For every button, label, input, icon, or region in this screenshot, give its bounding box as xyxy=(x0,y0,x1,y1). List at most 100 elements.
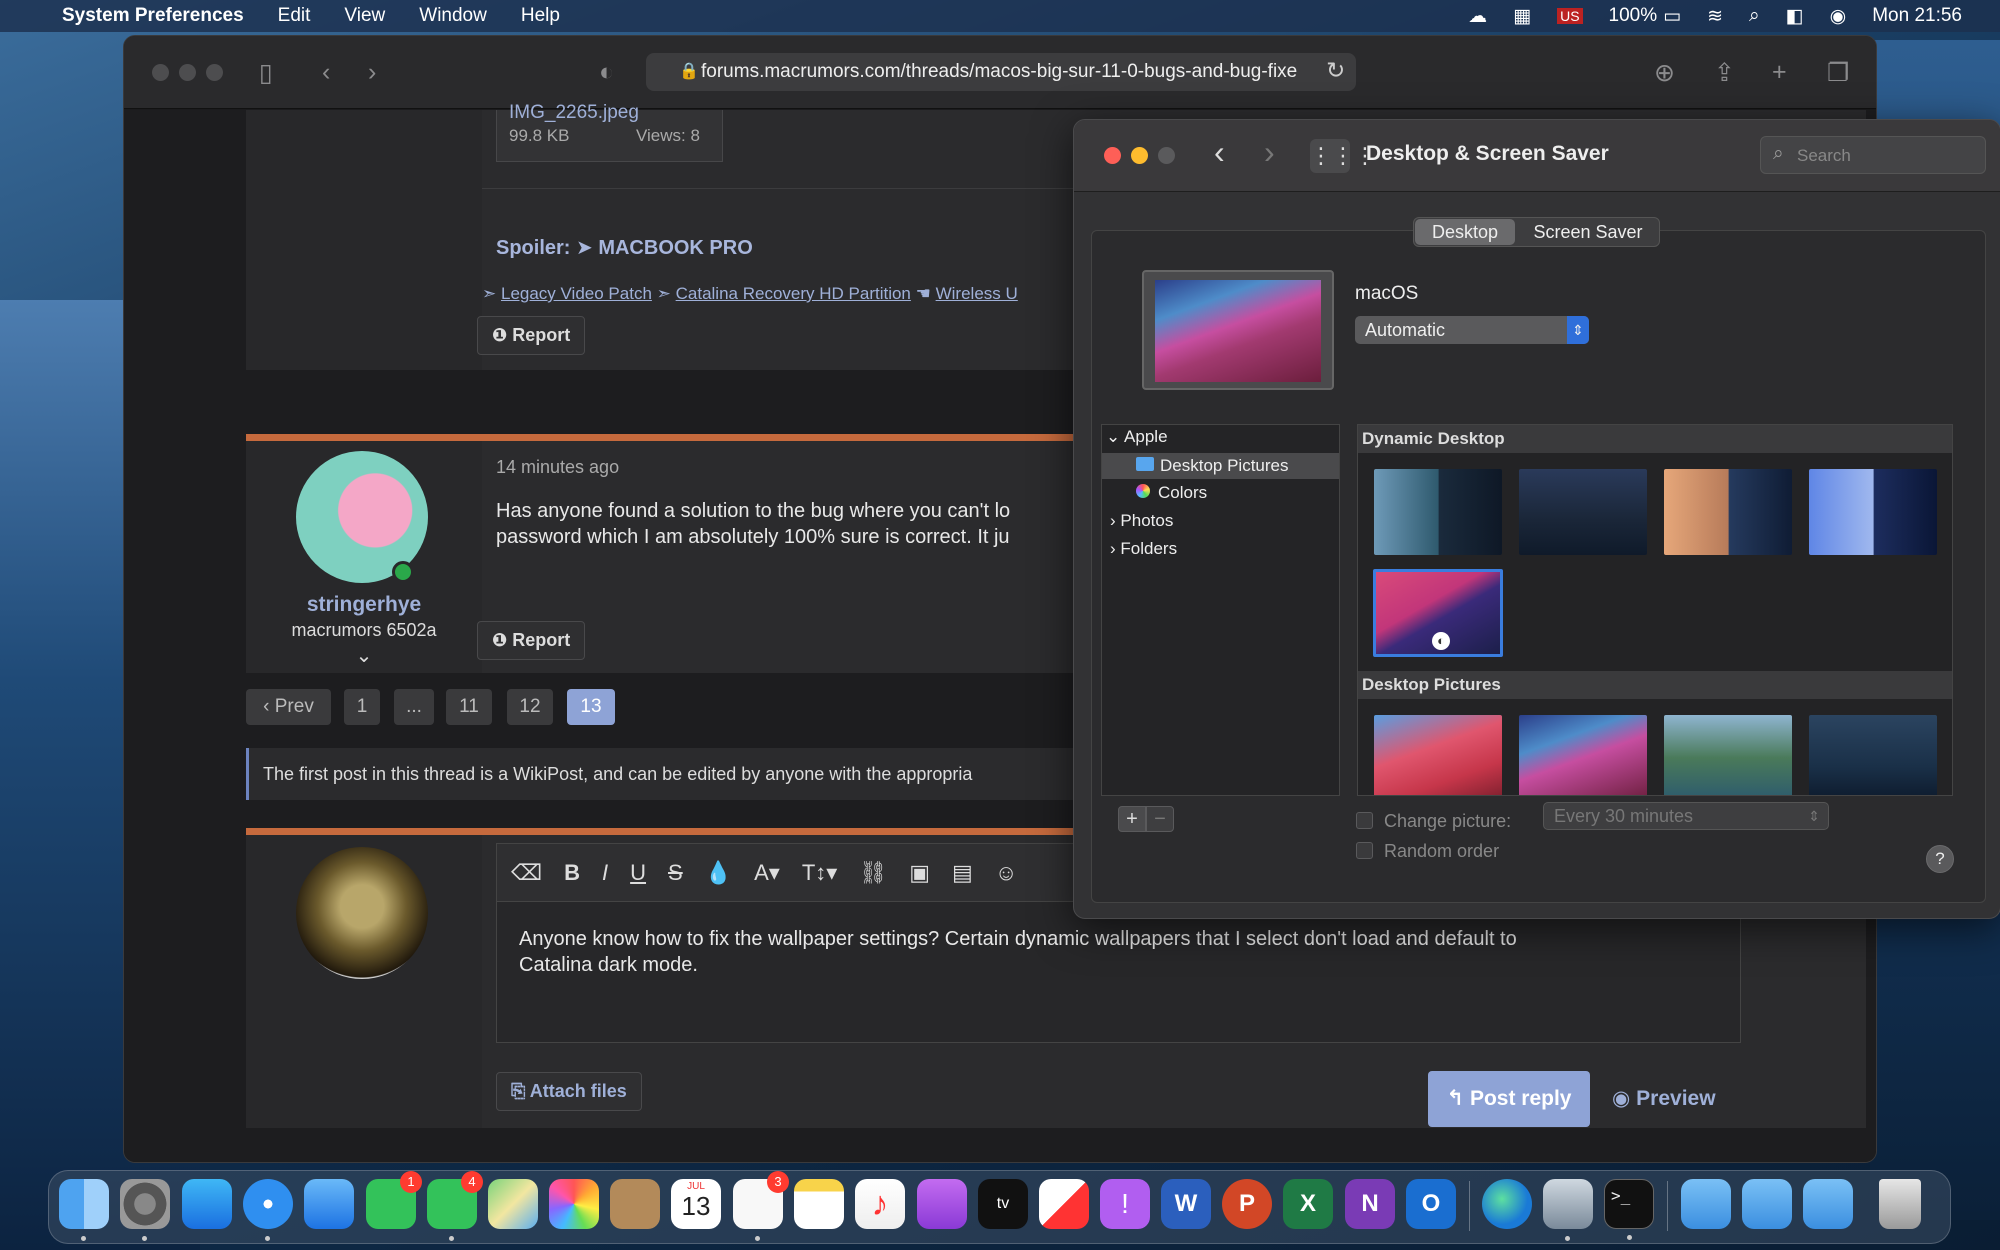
cloud-icon[interactable]: ☁ xyxy=(1468,5,1487,28)
attachment-name[interactable]: IMG_2265.jpeg xyxy=(509,102,639,124)
news-icon[interactable] xyxy=(1039,1179,1089,1229)
show-all-icon[interactable]: ⋮⋮⋮ xyxy=(1310,139,1376,173)
source-apple[interactable]: ⌄ Apple xyxy=(1106,427,1168,447)
source-colors[interactable]: Colors xyxy=(1136,483,1207,503)
spotlight-icon[interactable]: ⌕ xyxy=(1749,5,1760,27)
link-legacy-video-patch[interactable]: Legacy Video Patch xyxy=(501,284,652,303)
sidebar-toggle-icon[interactable]: ▯ xyxy=(259,58,273,88)
reminders-icon[interactable]: 3 xyxy=(733,1171,789,1241)
media-icon[interactable]: ▤ xyxy=(952,860,973,886)
search-input[interactable]: ⌕ Search xyxy=(1760,136,1986,174)
apple-tv-icon[interactable]: tv xyxy=(978,1179,1028,1229)
minimize-button[interactable] xyxy=(1131,147,1148,164)
forward-icon[interactable]: › xyxy=(1264,134,1275,171)
minimize-button[interactable] xyxy=(179,64,196,81)
excel-icon[interactable]: X xyxy=(1283,1179,1333,1229)
interval-select[interactable]: Every 30 minutes ⇕ xyxy=(1543,802,1829,830)
bold-icon[interactable]: B xyxy=(564,860,580,886)
source-desktop-pictures[interactable]: Desktop Pictures xyxy=(1102,453,1339,479)
mail-icon[interactable] xyxy=(304,1179,354,1229)
spoiler-title[interactable]: Spoiler: ➤ MACBOOK PRO xyxy=(496,235,753,260)
system-preferences-icon[interactable] xyxy=(120,1179,170,1241)
wallpaper-catalina[interactable] xyxy=(1374,469,1502,555)
color-icon[interactable]: 💧 xyxy=(705,860,732,886)
avatar[interactable] xyxy=(296,847,428,979)
maps-icon[interactable] xyxy=(488,1179,538,1229)
battery-icon[interactable]: ▭ xyxy=(1663,5,1681,28)
page-11[interactable]: 11 xyxy=(446,689,492,725)
wallpaper-big-sur-dark[interactable] xyxy=(1519,715,1647,795)
share-icon[interactable]: ⇪ xyxy=(1714,58,1735,88)
page-13[interactable]: 13 xyxy=(567,689,615,725)
wallpaper-solar-gradients[interactable] xyxy=(1809,469,1937,555)
downloads-folder-icon[interactable] xyxy=(1803,1179,1853,1229)
link-catalina-recovery[interactable]: Catalina Recovery HD Partition xyxy=(676,284,911,303)
safari-icon[interactable] xyxy=(243,1179,293,1241)
font-icon[interactable]: A▾ xyxy=(754,860,780,886)
wallpaper-dark-coast[interactable] xyxy=(1809,715,1937,795)
calendar-icon[interactable]: JUL 13 xyxy=(671,1179,721,1229)
image-icon[interactable]: ▣ xyxy=(909,860,930,886)
menu-help[interactable]: Help xyxy=(521,5,560,27)
page-ellipsis[interactable]: ... xyxy=(394,689,434,725)
trash-icon[interactable] xyxy=(1879,1179,1921,1229)
chevron-down-icon[interactable]: ⌄ xyxy=(246,643,482,668)
link-icon[interactable]: ⛓ xyxy=(859,860,887,886)
report-button[interactable]: ❶ Report xyxy=(477,621,586,660)
menu-edit[interactable]: Edit xyxy=(278,5,311,27)
attach-files-button[interactable]: ⎘ Attach files xyxy=(496,1072,642,1111)
onenote-icon[interactable]: N xyxy=(1345,1179,1395,1229)
new-tab-icon[interactable]: + xyxy=(1772,58,1787,87)
italic-icon[interactable]: I xyxy=(602,860,608,886)
page-prev[interactable]: ‹ Prev xyxy=(246,689,331,725)
menu-view[interactable]: View xyxy=(344,5,385,27)
username[interactable]: stringerhye xyxy=(246,593,482,617)
control-center-icon[interactable]: ◧ xyxy=(1786,5,1804,28)
back-icon[interactable]: ‹ xyxy=(1214,134,1225,171)
clock[interactable]: Mon 21:56 xyxy=(1872,5,1962,27)
terminal-icon[interactable]: >_ xyxy=(1604,1179,1654,1240)
flag-icon[interactable]: US xyxy=(1557,8,1583,24)
wallpaper-catalina-island[interactable] xyxy=(1519,469,1647,555)
remove-button[interactable]: − xyxy=(1146,806,1174,832)
tab-screen-saver[interactable]: Screen Saver xyxy=(1518,219,1658,245)
eraser-icon[interactable]: ⌫ xyxy=(511,860,542,886)
tabs-overview-icon[interactable]: ❐ xyxy=(1827,58,1849,88)
zoom-button[interactable] xyxy=(1158,147,1175,164)
siri-icon[interactable]: ◉ xyxy=(1830,5,1847,28)
reload-icon[interactable]: ↻ xyxy=(1326,57,1345,84)
change-picture-checkbox[interactable] xyxy=(1356,812,1373,829)
close-button[interactable] xyxy=(152,64,169,81)
zoom-button[interactable] xyxy=(206,64,223,81)
wallpaper-mojave[interactable] xyxy=(1664,469,1792,555)
attachment-card[interactable]: IMG_2265.jpeg 99.8 KB Views: 8 xyxy=(496,102,723,162)
reply-text[interactable]: Anyone know how to fix the wallpaper set… xyxy=(519,926,1517,978)
download-icon[interactable]: ⊕ xyxy=(1654,58,1675,88)
finder-icon[interactable] xyxy=(59,1179,109,1241)
strikethrough-icon[interactable]: S xyxy=(668,860,683,886)
back-icon[interactable]: ‹ xyxy=(322,58,330,87)
tab-desktop[interactable]: Desktop xyxy=(1415,219,1515,245)
music-icon[interactable]: ♪ xyxy=(855,1179,905,1229)
menu-app-name[interactable]: System Preferences xyxy=(62,5,244,27)
forward-icon[interactable]: › xyxy=(368,58,376,87)
appearance-select[interactable]: Automatic ⇕ xyxy=(1355,316,1589,344)
close-button[interactable] xyxy=(1104,147,1121,164)
random-order-checkbox[interactable] xyxy=(1356,842,1373,859)
source-photos[interactable]: › Photos xyxy=(1110,511,1173,531)
address-bar[interactable]: 🔒 forums.macrumors.com/threads/macos-big… xyxy=(646,53,1356,91)
powerpoint-icon[interactable]: P xyxy=(1222,1179,1272,1229)
wallpaper-coastline[interactable] xyxy=(1664,715,1792,795)
app-store-icon[interactable] xyxy=(182,1179,232,1229)
podcasts-icon[interactable] xyxy=(917,1179,967,1229)
page-12[interactable]: 12 xyxy=(507,689,553,725)
post-reply-button[interactable]: ↰ Post reply xyxy=(1428,1071,1590,1127)
menu-window[interactable]: Window xyxy=(419,5,487,27)
shield-icon[interactable]: ◐ xyxy=(599,58,614,87)
underline-icon[interactable]: U xyxy=(630,860,646,886)
add-button[interactable]: + xyxy=(1118,806,1146,832)
wifi-icon[interactable]: ≋ xyxy=(1707,5,1723,28)
photos-icon[interactable] xyxy=(549,1179,599,1229)
link-wireless[interactable]: Wireless U xyxy=(936,284,1018,303)
wallpaper-big-sur-light[interactable] xyxy=(1374,715,1502,795)
